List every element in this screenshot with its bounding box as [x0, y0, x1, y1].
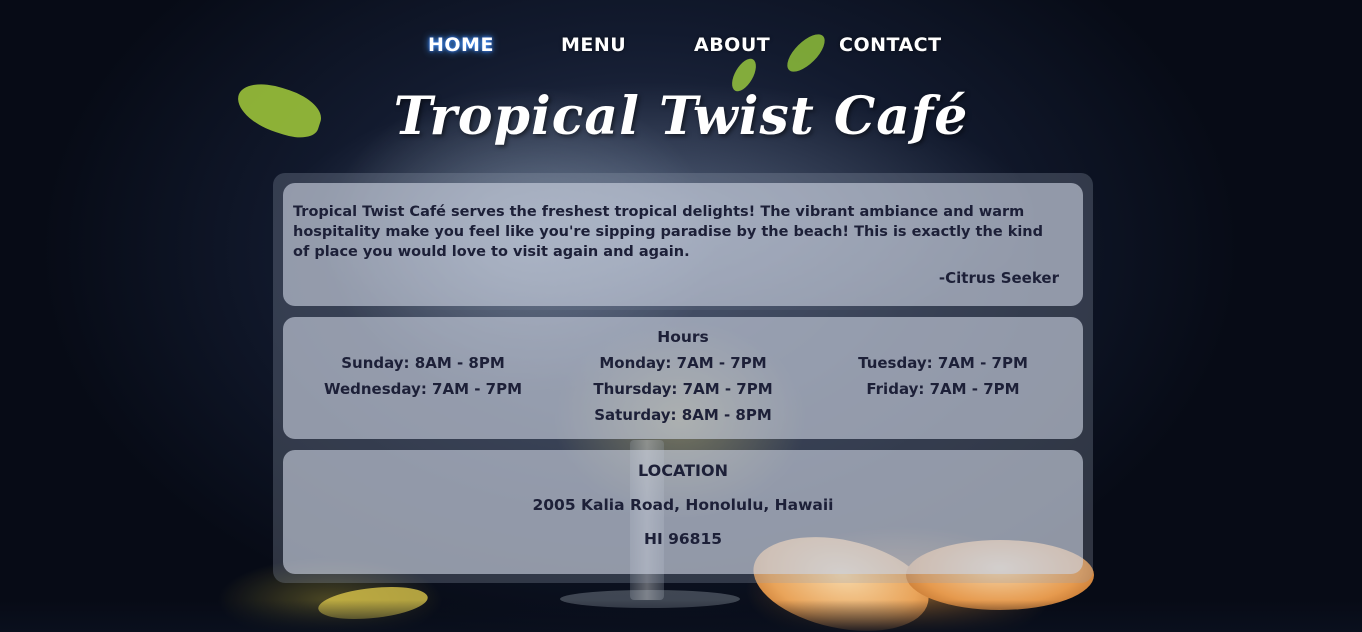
location-address-line1: 2005 Kalia Road, Honolulu, Hawaii: [532, 496, 834, 514]
hours-card: Hours Sunday: 8AM - 8PM Monday: 7AM - 7P…: [283, 317, 1083, 439]
location-address-line2: HI 96815: [643, 530, 723, 548]
review-author: -Citrus Seeker: [938, 269, 1059, 287]
hours-entry-wednesday: Wednesday: 7AM - 7PM: [323, 380, 523, 398]
review-card: Tropical Twist Café serves the freshest …: [283, 183, 1083, 306]
hours-entry-saturday: Saturday: 8AM - 8PM: [594, 406, 772, 424]
site-title: Tropical Twist Café: [393, 86, 969, 147]
nav-contact-link[interactable]: CONTACT: [839, 34, 942, 56]
hours-entry-friday: Friday: 7AM - 7PM: [866, 380, 1020, 398]
location-card: LOCATION 2005 Kalia Road, Honolulu, Hawa…: [283, 450, 1083, 574]
hours-entry-sunday: Sunday: 8AM - 8PM: [341, 354, 505, 372]
lemon-slice-image: [316, 582, 430, 624]
hours-entry-monday: Monday: 7AM - 7PM: [599, 354, 767, 372]
hours-title: Hours: [657, 328, 709, 346]
main-nav: HOME MENU ABOUT CONTACT: [0, 34, 1362, 64]
nav-home-link[interactable]: HOME: [428, 34, 494, 56]
hours-entry-tuesday: Tuesday: 7AM - 7PM: [858, 354, 1028, 372]
nav-about-link[interactable]: ABOUT: [694, 34, 770, 56]
cocktail-glass-base: [560, 590, 740, 608]
review-text: Tropical Twist Café serves the freshest …: [293, 204, 1044, 260]
hours-entry-thursday: Thursday: 7AM - 7PM: [593, 380, 773, 398]
background-floor: [0, 600, 1362, 632]
location-title: LOCATION: [638, 461, 728, 480]
nav-menu-link[interactable]: MENU: [561, 34, 626, 56]
